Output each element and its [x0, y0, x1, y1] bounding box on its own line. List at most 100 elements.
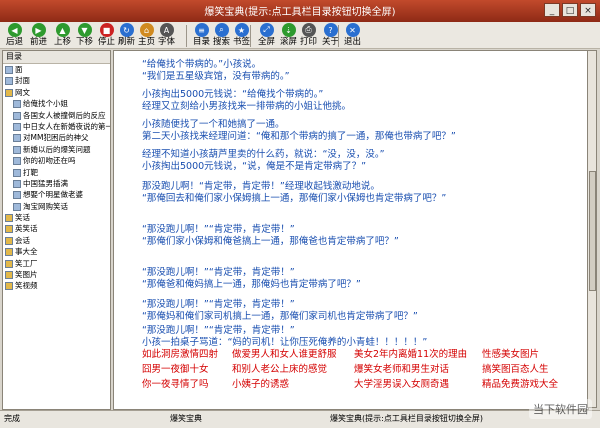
folder-icon — [5, 88, 13, 97]
toolbar-button-10[interactable]: ★ 书签 — [233, 22, 250, 48]
catalog-sidebar: 目录 面封面 网文 给俺找个小姐 各国女人被撞倒后的反应 中日女人在新婚夜说的第一句 对M… — [2, 50, 111, 410]
sidebar-tree: 面封面 网文 给俺找个小姐 各国女人被撞倒后的反应 中日女人在新婚夜说的第一句 对MM犯困… — [3, 64, 110, 292]
sidebar-item[interactable]: 中国猛男插满 — [3, 178, 110, 189]
related-links: 如此洞房激情四射 做爱男人和女人谁更舒服 美女2年内离婚11次的理由 性感美女图片 囧男… — [142, 347, 582, 392]
paragraph-line: 那没跑儿啊！“肯定带，肯定带！”经理收起钱激动地说。 — [142, 181, 380, 192]
related-link[interactable]: 性感美女图片 — [482, 347, 582, 362]
minimize-button[interactable]: _ — [544, 3, 560, 17]
close-button[interactable]: × — [580, 3, 596, 17]
sidebar-item[interactable]: 你的初吻还在吗 — [3, 155, 110, 166]
paragraph: 经理不知道小孩葫芦里卖的什么药，就说：“没，没，没。” 小孩掏出5000元钱说，“… — [142, 149, 385, 173]
toolbar-button-7[interactable]: A 字体 — [158, 22, 175, 48]
related-link[interactable]: 美女2年内离婚11次的理由 — [354, 347, 482, 362]
sidebar-item[interactable]: 给俺找个小姐 — [3, 98, 110, 109]
toolbar-button-label: 打印 — [300, 37, 318, 47]
sidebar-item-label: 笑图片 — [15, 270, 38, 280]
toolbar-button-5[interactable]: ↻ 刷新 — [118, 22, 135, 48]
related-link[interactable]: 大学淫男误入女厕奇遇 — [354, 377, 482, 392]
toolbar-button-label: 停止 — [98, 37, 116, 47]
content-scrollbar[interactable] — [587, 50, 597, 408]
related-link[interactable]: 囧男一夜御十女 — [142, 362, 232, 377]
related-link[interactable]: 搞笑图百态人生 — [482, 362, 582, 377]
toolbar-separator — [338, 25, 339, 47]
sidebar-item-label: 笑工厂 — [15, 258, 38, 268]
sidebar-item-label: 想娶个明星做老婆 — [23, 190, 83, 200]
window-controls: _ □ × — [544, 3, 596, 17]
paragraph: 那没跑儿啊！“肯定带，肯定带！”经理收起钱激动地说。 “那俺回去和俺们家小保姆搞上… — [142, 181, 446, 205]
sidebar-item-label: 会话 — [15, 235, 30, 245]
toolbar-button-4[interactable]: ■ 停止 — [98, 22, 115, 48]
sidebar-item[interactable]: 打靶 — [3, 167, 110, 178]
sidebar-item[interactable]: 网文 — [3, 87, 110, 98]
related-link[interactable]: 如此洞房激情四射 — [142, 347, 232, 362]
paragraph-line: 小孩掏出5000元钱说：“给俺找个带病的。” — [142, 89, 324, 100]
paragraph-line: “我们是五星级宾馆，没有带病的。” — [142, 71, 290, 82]
toolbar-button-9[interactable]: ⌕ 搜索 — [213, 22, 230, 48]
window-title: 爆笑宝典(提示:点工具栏目录按钮切换全屏) — [204, 7, 396, 18]
toolbar-button-14[interactable]: ? 关于 — [322, 22, 339, 48]
sidebar-item[interactable]: 笑图片 — [3, 269, 110, 280]
toolbar-button-label: 全屏 — [258, 37, 276, 47]
sidebar-item[interactable]: 想娶个明星做老婆 — [3, 189, 110, 200]
status-left: 完成 — [4, 414, 20, 423]
toolbar-button-1[interactable]: ▶ 前进 — [30, 22, 47, 48]
toolbar-button-label: 滚屏 — [280, 37, 298, 47]
exit-icon: ✕ — [345, 23, 360, 37]
toolbar-button-2[interactable]: ▲ 上移 — [54, 22, 71, 48]
stop-icon: ■ — [99, 23, 114, 37]
sidebar-item[interactable]: 面 — [3, 64, 110, 75]
sidebar-item-label: 新婚以后的爆笑问题 — [23, 144, 91, 154]
related-link[interactable]: 做爱男人和女人谁更舒服 — [232, 347, 354, 362]
sidebar-item[interactable]: 淘宝网购笑话 — [3, 201, 110, 212]
page-icon — [13, 134, 21, 143]
paragraph-line: “那没跑儿啊！”“肯定带，肯定带！” — [142, 267, 295, 278]
sidebar-item-label: 淘宝网购笑话 — [23, 201, 68, 211]
sidebar-item-label: 中国猛男插满 — [23, 178, 68, 188]
toolbar: ◀ 后退 ▶ 前进 ▲ 上移 ▼ 下移 ■ 停止 ↻ 刷新 ⌂ 主页 A 字体 ≡ 目录 ⌕ 搜索 ★ 书签 ⤢ 全屏 ⇣ 滚屏 ⎙… — [0, 22, 600, 49]
related-link[interactable]: 你一夜寻情了吗 — [142, 377, 232, 392]
toolbar-button-6[interactable]: ⌂ 主页 — [138, 22, 155, 48]
toolbar-button-label: 退出 — [344, 37, 362, 47]
font-icon: A — [159, 23, 174, 37]
maximize-button[interactable]: □ — [562, 3, 578, 17]
scrollbar-thumb[interactable] — [589, 171, 596, 291]
sidebar-item[interactable]: 中日女人在新婚夜说的第一句 — [3, 121, 110, 132]
sidebar-item[interactable]: 笑话 — [3, 212, 110, 223]
home-icon: ⌂ — [139, 23, 154, 37]
related-link[interactable]: 和别人老公上床的感觉 — [232, 362, 354, 377]
related-link[interactable]: 小姨子的诱惑 — [232, 377, 354, 392]
sidebar-item[interactable]: 封面 — [3, 75, 110, 86]
paragraph-line: “那俺爸和俺妈搞上一通，那俺妈也肯定带病了吧？” — [142, 279, 361, 290]
toolbar-button-12[interactable]: ⇣ 滚屏 — [280, 22, 297, 48]
toolbar-button-15[interactable]: ✕ 退出 — [344, 22, 361, 48]
sidebar-item[interactable]: 对MM犯困后的神父 — [3, 132, 110, 143]
toolbar-button-3[interactable]: ▼ 下移 — [76, 22, 93, 48]
paragraph: “那没跑儿啊！”“肯定带，肯定带！” “那俺爸和俺妈搞上一通，那俺妈也肯定带病了吧… — [142, 267, 361, 291]
sidebar-item-label: 中日女人在新婚夜说的第一句 — [23, 121, 111, 131]
links-row: 囧男一夜御十女 和别人老公上床的感觉 爆笑女老师和男生对话 搞笑图百态人生 — [142, 362, 582, 377]
sidebar-item[interactable]: 英笑话 — [3, 223, 110, 234]
catalog-icon: ≡ — [194, 23, 209, 37]
toolbar-button-13[interactable]: ⎙ 打印 — [300, 22, 317, 48]
toolbar-button-label: 书签 — [233, 37, 251, 47]
sidebar-item[interactable]: 各国女人被撞倒后的反应 — [3, 110, 110, 121]
toolbar-button-0[interactable]: ◀ 后退 — [6, 22, 23, 48]
paragraph-line: “那俺们家小保姆和俺爸搞上一通，那俺爸也肯定带病了吧？” — [142, 236, 399, 247]
related-link[interactable]: 爆笑女老师和男生对话 — [354, 362, 482, 377]
sidebar-item[interactable]: 事大全 — [3, 246, 110, 257]
toolbar-button-8[interactable]: ≡ 目录 — [193, 22, 210, 48]
sidebar-item-label: 你的初吻还在吗 — [23, 156, 76, 166]
up-arrow-icon: ▲ — [55, 23, 70, 37]
related-link[interactable]: 精品免费游戏大全 — [482, 377, 582, 392]
toolbar-separator — [250, 25, 251, 47]
sidebar-item[interactable]: 笑视频 — [3, 280, 110, 291]
down-arrow-icon: ▼ — [77, 23, 92, 37]
sidebar-item[interactable]: 会话 — [3, 235, 110, 246]
sidebar-item[interactable]: 新婚以后的爆笑问题 — [3, 144, 110, 155]
toolbar-button-11[interactable]: ⤢ 全屏 — [258, 22, 275, 48]
paragraph: “那没跑儿啊！”“肯定带，肯定带！” “那俺妈和俺们家司机搞上一通，那俺们家司机也… — [142, 299, 418, 323]
sidebar-item[interactable]: 笑工厂 — [3, 258, 110, 269]
links-row: 如此洞房激情四射 做爱男人和女人谁更舒服 美女2年内离婚11次的理由 性感美女图片 — [142, 347, 582, 362]
paragraph: “那没跑儿啊！”“肯定带，肯定带！” “那俺们家小保姆和俺爸搞上一通，那俺爸也肯定… — [142, 224, 399, 248]
sidebar-item-label: 给俺找个小姐 — [23, 99, 68, 109]
